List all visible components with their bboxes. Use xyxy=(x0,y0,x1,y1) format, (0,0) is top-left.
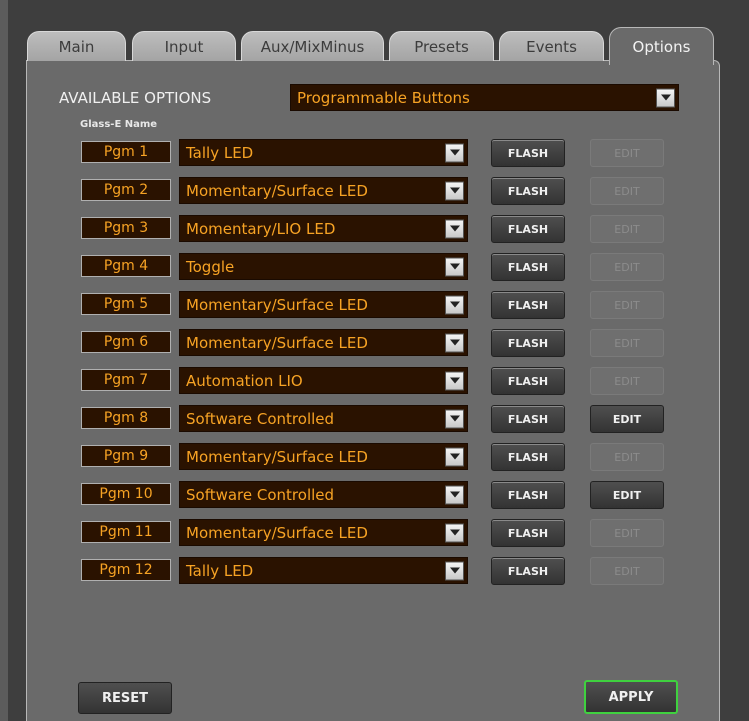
button-mode-value: Momentary/Surface LED xyxy=(186,523,368,542)
glass-e-name-field[interactable]: Pgm 8 xyxy=(81,407,171,429)
button-mode-value: Tally LED xyxy=(186,561,254,580)
chevron-down-icon[interactable] xyxy=(445,485,464,504)
flash-button[interactable]: FLASH xyxy=(491,557,565,585)
button-mode-select[interactable]: Software Controlled xyxy=(179,481,468,508)
flash-button[interactable]: FLASH xyxy=(491,215,565,243)
chevron-down-icon[interactable] xyxy=(656,88,675,107)
button-mode-select[interactable]: Tally LED xyxy=(179,139,468,166)
button-mode-select[interactable]: Momentary/Surface LED xyxy=(179,519,468,546)
available-options-select[interactable]: Programmable Buttons xyxy=(290,84,679,111)
tab-input[interactable]: Input xyxy=(132,31,236,61)
flash-button[interactable]: FLASH xyxy=(491,253,565,281)
glass-e-name-field[interactable]: Pgm 5 xyxy=(81,293,171,315)
button-mode-select[interactable]: Momentary/Surface LED xyxy=(179,291,468,318)
flash-button[interactable]: FLASH xyxy=(491,139,565,167)
flash-button[interactable]: FLASH xyxy=(491,481,565,509)
edit-button[interactable]: EDIT xyxy=(590,253,664,281)
glass-e-name-field[interactable]: Pgm 2 xyxy=(81,179,171,201)
chevron-down-icon[interactable] xyxy=(445,523,464,542)
tab-main[interactable]: Main xyxy=(27,31,126,61)
chevron-down-icon[interactable] xyxy=(445,295,464,314)
chevron-down-icon[interactable] xyxy=(445,333,464,352)
chevron-down-icon[interactable] xyxy=(445,219,464,238)
edit-button[interactable]: EDIT xyxy=(590,215,664,243)
button-mode-value: Momentary/Surface LED xyxy=(186,181,368,200)
edit-button[interactable]: EDIT xyxy=(590,291,664,319)
flash-button[interactable]: FLASH xyxy=(491,443,565,471)
button-mode-value: Momentary/Surface LED xyxy=(186,447,368,466)
glass-e-name-field[interactable]: Pgm 6 xyxy=(81,331,171,353)
available-options-label: AVAILABLE OPTIONS xyxy=(59,89,212,107)
glass-e-name-column-label: Glass-E Name xyxy=(80,119,158,130)
button-mode-select[interactable]: Toggle xyxy=(179,253,468,280)
apply-button[interactable]: APPLY xyxy=(584,680,678,714)
glass-e-name-field[interactable]: Pgm 10 xyxy=(81,483,171,505)
reset-button[interactable]: RESET xyxy=(78,682,172,714)
button-mode-select[interactable]: Momentary/LIO LED xyxy=(179,215,468,242)
button-mode-select[interactable]: Automation LIO xyxy=(179,367,468,394)
edit-button[interactable]: EDIT xyxy=(590,481,664,509)
chevron-down-icon[interactable] xyxy=(445,143,464,162)
glass-e-name-field[interactable]: Pgm 4 xyxy=(81,255,171,277)
button-mode-select[interactable]: Software Controlled xyxy=(179,405,468,432)
glass-e-name-field[interactable]: Pgm 1 xyxy=(81,141,171,163)
button-mode-select[interactable]: Momentary/Surface LED xyxy=(179,177,468,204)
chevron-down-icon[interactable] xyxy=(445,447,464,466)
chevron-down-icon[interactable] xyxy=(445,257,464,276)
button-mode-select[interactable]: Momentary/Surface LED xyxy=(179,443,468,470)
glass-e-name-field[interactable]: Pgm 9 xyxy=(81,445,171,467)
button-mode-select[interactable]: Tally LED xyxy=(179,557,468,584)
glass-e-name-field[interactable]: Pgm 3 xyxy=(81,217,171,239)
flash-button[interactable]: FLASH xyxy=(491,367,565,395)
chevron-down-icon[interactable] xyxy=(445,371,464,390)
button-mode-value: Momentary/LIO LED xyxy=(186,219,336,238)
available-options-value: Programmable Buttons xyxy=(297,88,470,107)
button-mode-value: Momentary/Surface LED xyxy=(186,333,368,352)
edit-button[interactable]: EDIT xyxy=(590,177,664,205)
chevron-down-icon[interactable] xyxy=(445,561,464,580)
button-mode-value: Tally LED xyxy=(186,143,254,162)
glass-e-name-field[interactable]: Pgm 11 xyxy=(81,521,171,543)
edit-button[interactable]: EDIT xyxy=(590,329,664,357)
button-mode-value: Software Controlled xyxy=(186,485,335,504)
tab-aux-mixminus[interactable]: Aux/MixMinus xyxy=(241,31,384,61)
edit-button[interactable]: EDIT xyxy=(590,139,664,167)
tab-events[interactable]: Events xyxy=(499,31,604,61)
edit-button[interactable]: EDIT xyxy=(590,443,664,471)
button-mode-value: Software Controlled xyxy=(186,409,335,428)
tab-options[interactable]: Options xyxy=(609,27,714,65)
edit-button[interactable]: EDIT xyxy=(590,519,664,547)
button-mode-value: Automation LIO xyxy=(186,371,303,390)
flash-button[interactable]: FLASH xyxy=(491,291,565,319)
chevron-down-icon[interactable] xyxy=(445,409,464,428)
edit-button[interactable]: EDIT xyxy=(590,367,664,395)
edit-button[interactable]: EDIT xyxy=(590,405,664,433)
button-mode-value: Toggle xyxy=(186,257,235,276)
flash-button[interactable]: FLASH xyxy=(491,405,565,433)
flash-button[interactable]: FLASH xyxy=(491,329,565,357)
button-mode-value: Momentary/Surface LED xyxy=(186,295,368,314)
chevron-down-icon[interactable] xyxy=(445,181,464,200)
button-mode-select[interactable]: Momentary/Surface LED xyxy=(179,329,468,356)
flash-button[interactable]: FLASH xyxy=(491,177,565,205)
flash-button[interactable]: FLASH xyxy=(491,519,565,547)
edit-button[interactable]: EDIT xyxy=(590,557,664,585)
tab-presets[interactable]: Presets xyxy=(389,31,494,61)
glass-e-name-field[interactable]: Pgm 7 xyxy=(81,369,171,391)
glass-e-name-field[interactable]: Pgm 12 xyxy=(81,559,171,581)
